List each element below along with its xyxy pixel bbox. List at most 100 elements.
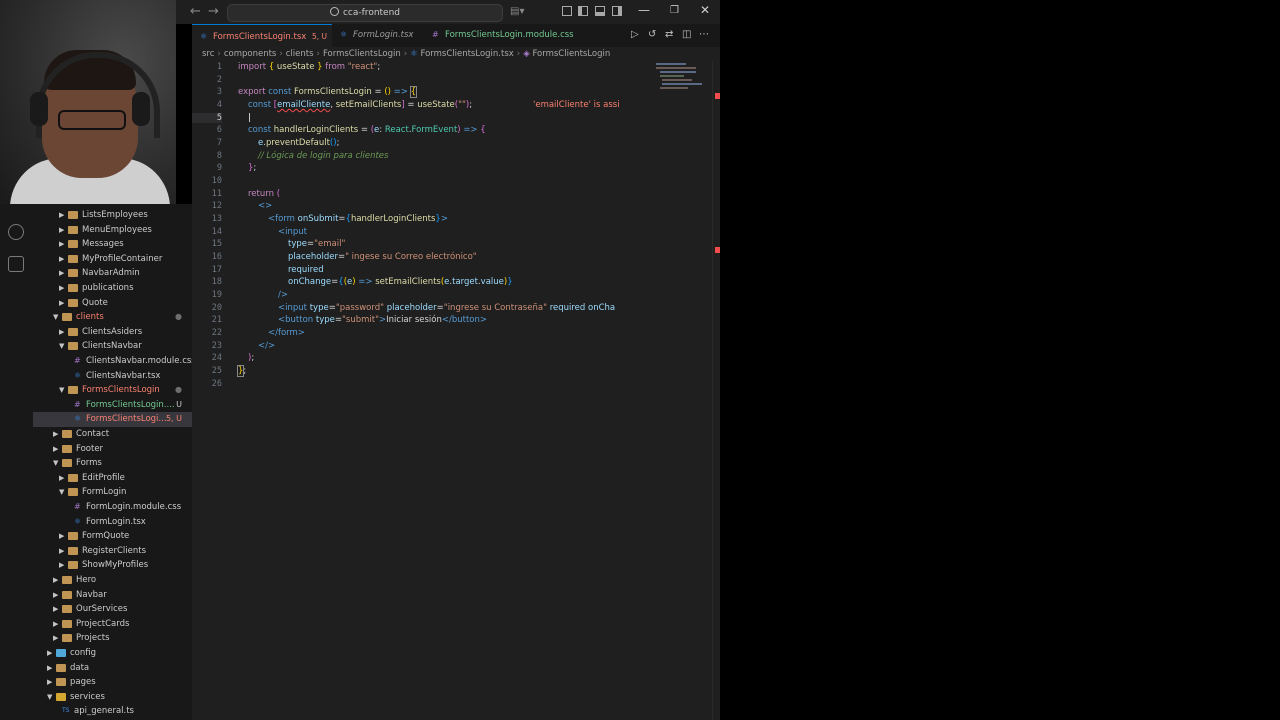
explorer-item[interactable]: ▶ Navbar	[33, 588, 192, 603]
chevron-right-icon[interactable]: ▶	[59, 529, 64, 544]
explorer-item[interactable]: ▼ FormLogin	[33, 485, 192, 500]
chevron-right-icon[interactable]: ▶	[47, 661, 52, 676]
chevron-right-icon[interactable]: ▶	[59, 471, 64, 486]
explorer-item[interactable]: ▼ clients ●	[33, 310, 192, 325]
explorer-item[interactable]: # ClientsNavbar.module.css	[33, 354, 192, 369]
toggle-panel-icon[interactable]	[595, 6, 605, 16]
close-window-icon[interactable]: ✕	[700, 3, 710, 17]
explorer-item[interactable]: ▼ services	[33, 690, 192, 705]
python-icon[interactable]	[8, 256, 24, 272]
explorer-item[interactable]: ▶ RegisterClients	[33, 544, 192, 559]
explorer-item-label: config	[70, 648, 97, 658]
toggle-sidebar-icon[interactable]	[578, 6, 588, 16]
breadcrumb-item[interactable]: FormsClientsLogin	[323, 49, 401, 59]
explorer-item[interactable]: TS api_general.ts	[33, 704, 192, 719]
explorer-item[interactable]: ▶ pages	[33, 675, 192, 690]
chevron-right-icon[interactable]: ▶	[59, 281, 64, 296]
chevron-right-icon[interactable]: ▶	[53, 602, 58, 617]
explorer-item[interactable]: ⚛ FormsClientsLogi... 5, U	[33, 412, 192, 427]
code-editor[interactable]: 1 2 3 4 5 6 7 8 9 10 11 12 13 14 15 16 17 18 19 20 21 22 23 24 2…	[192, 61, 720, 720]
command-center-search[interactable]: cca-frontend	[227, 4, 503, 22]
explorer-item[interactable]: ▶ FormQuote	[33, 529, 192, 544]
breadcrumb-item[interactable]: FormsClientsLogin	[532, 49, 610, 59]
explorer-item[interactable]: ▶ ShowMyProfiles	[33, 558, 192, 573]
chevron-right-icon[interactable]: ▶	[59, 266, 64, 281]
explorer-item[interactable]: ▼ ClientsNavbar	[33, 339, 192, 354]
chevron-right-icon[interactable]: ▶	[53, 588, 58, 603]
chevron-right-icon[interactable]: ▶	[53, 631, 58, 646]
chevron-right-icon[interactable]: ▶	[47, 646, 52, 661]
more-actions-icon[interactable]: ⋯	[699, 29, 709, 40]
breadcrumb-item[interactable]: components	[224, 49, 277, 59]
explorer-item[interactable]: ▶ config	[33, 646, 192, 661]
minimize-icon[interactable]: —	[638, 3, 650, 17]
chevron-right-icon[interactable]: ▶	[59, 558, 64, 573]
explorer-item[interactable]: # FormsClientsLogin.... U	[33, 398, 192, 413]
vertical-scrollbar[interactable]	[712, 61, 720, 720]
explorer-item[interactable]: ▶ ListsEmployees	[33, 208, 192, 223]
tab-formsclientslogin-tsx[interactable]: ⚛FormsClientsLogin.tsx 5, U ✕	[192, 24, 332, 65]
react-icon: ⚛	[340, 30, 348, 39]
chevron-right-icon[interactable]: ▶	[53, 427, 58, 442]
breadcrumb-item[interactable]: clients	[286, 49, 314, 59]
compare-icon[interactable]: ⇄	[665, 29, 673, 40]
explorer-item[interactable]: ▶ Contact	[33, 427, 192, 442]
minimap[interactable]	[656, 61, 712, 720]
explorer-item[interactable]: ▶ publications	[33, 281, 192, 296]
run-icon[interactable]: ▷	[631, 29, 639, 40]
explorer-item[interactable]: ▶ MenuEmployees	[33, 223, 192, 238]
explorer-item[interactable]: ▶ ProjectCards	[33, 617, 192, 632]
line-number: 3	[216, 87, 222, 97]
explorer-item[interactable]: ▶ EditProfile	[33, 471, 192, 486]
chevron-right-icon[interactable]: ▶	[59, 325, 64, 340]
forward-arrow-icon[interactable]: →	[208, 4, 219, 19]
chevron-down-icon[interactable]: ▼	[59, 339, 64, 354]
chevron-right-icon[interactable]: ▶	[59, 252, 64, 267]
chevron-down-icon[interactable]: ▼	[47, 690, 52, 705]
timeline-icon[interactable]: ↺	[648, 29, 656, 40]
explorer-item[interactable]: ▶ NavbarAdmin	[33, 266, 192, 281]
chevron-right-icon[interactable]: ▶	[47, 675, 52, 690]
chevron-right-icon[interactable]: ▶	[59, 544, 64, 559]
explorer-item[interactable]: ▼ Forms	[33, 456, 192, 471]
explorer-item[interactable]: ▶ OurServices	[33, 602, 192, 617]
chevron-down-icon[interactable]: ▼	[53, 456, 58, 471]
explorer-item[interactable]: ⚛ FormLogin.tsx	[33, 515, 192, 530]
split-editor-icon[interactable]: ◫	[682, 29, 691, 40]
chevron-right-icon[interactable]: ▶	[53, 573, 58, 588]
copilot-icon[interactable]: ▤▾	[510, 6, 524, 17]
breadcrumb-item[interactable]: src	[202, 49, 214, 59]
chevron-down-icon[interactable]: ▼	[59, 485, 64, 500]
explorer-item[interactable]: ⚛ ClientsNavbar.tsx	[33, 369, 192, 384]
layout-icon[interactable]	[562, 6, 572, 16]
tab-formsclientslogin-module-css[interactable]: #FormsClientsLogin.module.css U	[424, 24, 574, 63]
explorer-item[interactable]: ▶ Projects	[33, 631, 192, 646]
workspace-name: cca-frontend	[342, 8, 401, 18]
explorer-item[interactable]: ▶ Footer	[33, 442, 192, 457]
restore-icon[interactable]: ❐	[670, 5, 679, 16]
chevron-right-icon[interactable]: ▶	[59, 208, 64, 223]
explorer-item[interactable]: # FormLogin.module.css	[33, 500, 192, 515]
explorer-item[interactable]: ▶ data	[33, 661, 192, 676]
toggle-secondary-sidebar-icon[interactable]	[612, 6, 622, 16]
chevron-right-icon[interactable]: ▶	[53, 442, 58, 457]
chevron-down-icon[interactable]: ▼	[53, 310, 58, 325]
chevron-right-icon[interactable]: ▶	[59, 223, 64, 238]
react-file-icon: ⚛	[74, 516, 82, 526]
explorer-item[interactable]: ▶ Messages	[33, 237, 192, 252]
chevron-right-icon[interactable]: ▶	[59, 237, 64, 252]
tab-formlogin-tsx[interactable]: ⚛ FormLogin.tsx	[332, 24, 424, 47]
explorer-item[interactable]: ▶ ClientsAsiders	[33, 325, 192, 340]
chevron-right-icon[interactable]: ▶	[53, 617, 58, 632]
folder-icon	[68, 561, 78, 570]
chevron-down-icon[interactable]: ▼	[59, 383, 64, 398]
chevron-right-icon[interactable]: ▶	[59, 296, 64, 311]
breadcrumb-item[interactable]: FormsClientsLogin.tsx	[420, 49, 513, 59]
remote-explorer-icon[interactable]	[8, 224, 24, 240]
explorer-item[interactable]: ▼ FormsClientsLogin ●	[33, 383, 192, 398]
explorer-item[interactable]: ▶ MyProfileContainer	[33, 252, 192, 267]
explorer-item[interactable]: ▶ Quote	[33, 296, 192, 311]
modified-dot-icon: ●	[175, 312, 182, 322]
back-arrow-icon[interactable]: ←	[190, 4, 201, 19]
explorer-item[interactable]: ▶ Hero	[33, 573, 192, 588]
